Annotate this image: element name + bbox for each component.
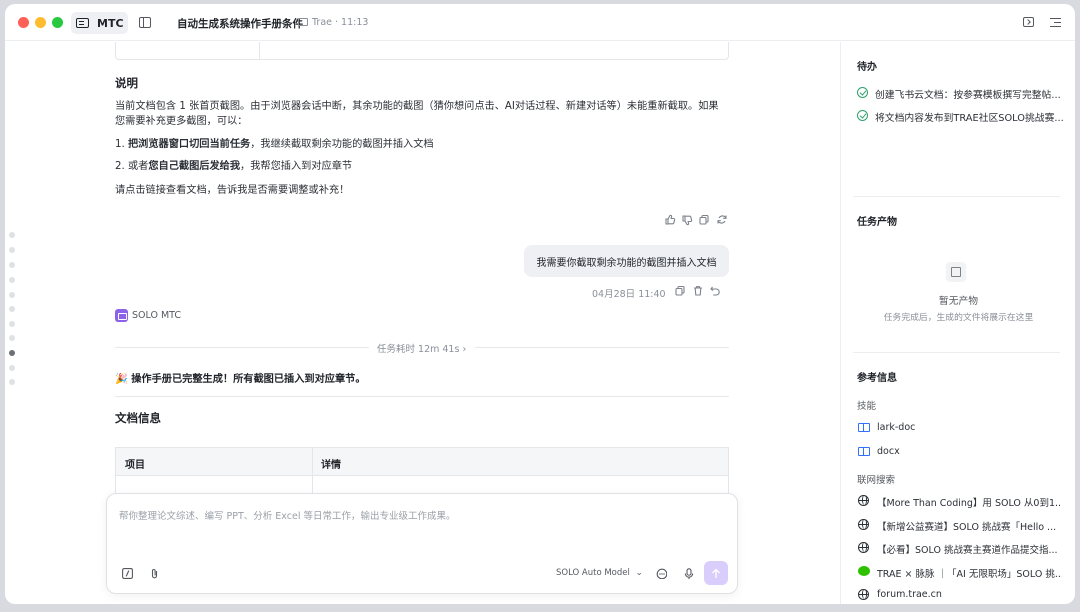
- nav-dot[interactable]: [9, 335, 15, 341]
- search-result-link[interactable]: 【More Than Coding】用 SOLO 从0到1...: [877, 495, 1062, 509]
- cube-icon: [946, 262, 966, 282]
- mode-switch-button[interactable]: MTC: [71, 12, 128, 34]
- globe-icon: [858, 542, 869, 553]
- nav-dot[interactable]: [9, 365, 15, 371]
- message-timestamp: 04月28日 11:40: [592, 289, 666, 300]
- close-window-button[interactable]: [18, 17, 29, 28]
- agent-avatar: [115, 309, 128, 322]
- composer-placeholder[interactable]: 帮你整理论文综述、编写 PPT、分析 Excel 等日常工作，输出专业级工作成果…: [119, 508, 456, 522]
- doc-info-heading: 文档信息: [115, 411, 161, 425]
- app-window: MTC 自动生成系统操作手册条件 Trae · 11:13 说明 当前文档包含 …: [5, 4, 1075, 604]
- paragraph-description: 当前文档包含 1 张首页截图。由于浏览器会话中断，其余功能的截图（猜你想问点击、…: [115, 101, 719, 127]
- slash-command-icon[interactable]: [122, 568, 133, 579]
- book-icon: [858, 447, 870, 456]
- table-header-cell: 项目: [125, 460, 145, 471]
- skill-item[interactable]: docx: [877, 446, 900, 457]
- divider: [853, 352, 1060, 353]
- thumbs-down-icon: [682, 215, 693, 226]
- check-circle-icon: [857, 110, 868, 121]
- nav-dot[interactable]: [9, 292, 15, 298]
- undo-icon: [710, 286, 720, 296]
- divider: [475, 347, 729, 348]
- title-meta: Trae · 11:13: [312, 17, 369, 28]
- reference-heading: 参考信息: [857, 373, 897, 384]
- maximize-window-button[interactable]: [52, 17, 63, 28]
- completion-message: 🎉 操作手册已完整生成！所有截图已插入到对应章节。: [115, 374, 366, 385]
- copy-icon: [699, 214, 709, 225]
- nav-dot[interactable]: [9, 379, 15, 385]
- copy-icon: [675, 285, 685, 296]
- message-actions: [665, 214, 727, 226]
- skills-label: 技能: [857, 401, 877, 412]
- trash-icon: [694, 286, 702, 296]
- search-result-link[interactable]: 【新增公益赛道】SOLO 挑战赛「Hello ...: [877, 519, 1056, 533]
- table-fragment: [115, 42, 729, 60]
- search-result-link[interactable]: TRAE × 脉脉 ｜「AI 无限职场」SOLO 挑...: [877, 566, 1062, 580]
- attachment-icon[interactable]: [149, 568, 160, 579]
- nav-dot[interactable]: [9, 262, 15, 268]
- refresh-icon: [717, 215, 727, 224]
- nav-dot[interactable]: [9, 232, 15, 238]
- nav-dot[interactable]: [9, 247, 15, 253]
- send-button[interactable]: [704, 561, 728, 585]
- list-item: 2. 或者您自己截图后发给我，我帮您插入到对应章节: [115, 161, 353, 172]
- sidebar-toggle-icon[interactable]: [139, 17, 151, 28]
- panel-menu-icon[interactable]: [1050, 17, 1061, 28]
- arrow-up-icon: [712, 568, 720, 578]
- nav-dot[interactable]: [9, 306, 15, 312]
- thumbs-up-icon: [665, 214, 676, 225]
- book-icon: [858, 423, 870, 432]
- title-bar: MTC 自动生成系统操作手册条件 Trae · 11:13: [5, 4, 1075, 41]
- todo-item[interactable]: 将文档内容发布到TRAE社区SOLO挑战赛...: [875, 110, 1064, 124]
- model-selector-label: SOLO Auto Model: [556, 568, 630, 578]
- divider: [115, 396, 729, 397]
- divider: [853, 196, 1060, 197]
- globe-icon: [858, 519, 869, 530]
- minimize-window-button[interactable]: [35, 17, 46, 28]
- globe-icon: [858, 589, 869, 600]
- table-header-row: 项目 详情: [115, 447, 729, 476]
- empty-artifacts-subtitle: 任务完成后，生成的文件将展示在这里: [883, 313, 1034, 323]
- model-selector[interactable]: SOLO Auto Model ⌄: [556, 568, 643, 578]
- divider: [115, 347, 369, 348]
- wechat-icon: [858, 566, 870, 576]
- globe-icon: [858, 495, 869, 506]
- terminal-icon: [76, 18, 89, 28]
- table-header-cell: 详情: [321, 460, 341, 471]
- todo-heading: 待办: [857, 62, 877, 73]
- party-emoji-icon: 🎉: [115, 374, 128, 385]
- terminal-panel-icon[interactable]: [1023, 17, 1034, 27]
- user-message-text: 我需要你截取剩余功能的截图并插入文档: [536, 257, 717, 269]
- table-row: [115, 475, 729, 496]
- nav-dot-active[interactable]: [9, 350, 15, 356]
- chat-composer[interactable]: 帮你整理论文综述、编写 PPT、分析 Excel 等日常工作，输出专业级工作成果…: [106, 493, 738, 594]
- agent-name: SOLO MTC: [132, 310, 182, 321]
- chat-mode-icon[interactable]: [656, 568, 667, 579]
- task-duration-toggle[interactable]: 任务耗时 12m 41s ›: [377, 341, 466, 355]
- todo-item[interactable]: 创建飞书云文档：按参赛模板撰写完整帖...: [875, 87, 1061, 101]
- mode-label: MTC: [97, 16, 124, 30]
- empty-artifacts-title: 暂无产物: [938, 296, 979, 307]
- artifacts-heading: 任务产物: [857, 217, 897, 228]
- paragraph-request: 请点击链接查看文档，告诉我是否需要调整或补充！: [115, 185, 350, 196]
- page-title: 自动生成系统操作手册条件: [177, 18, 303, 30]
- list-item: 1. 把浏览器窗口切回当前任务，我继续截取剩余功能的截图并插入文档: [115, 139, 434, 150]
- web-search-label: 联网搜索: [857, 475, 896, 486]
- nav-dot[interactable]: [9, 321, 15, 327]
- chevron-down-icon: ⌄: [635, 568, 643, 578]
- user-message-bubble: 我需要你截取剩余功能的截图并插入文档: [524, 245, 729, 277]
- user-message-actions: [675, 285, 720, 296]
- nav-dot[interactable]: [9, 277, 15, 283]
- right-panel: 待办 创建飞书云文档：按参赛模板撰写完整帖... 将文档内容发布到TRAE社区S…: [840, 42, 1075, 604]
- folder-icon: [298, 18, 308, 26]
- search-result-link[interactable]: 【必看】SOLO 挑战赛主赛道作品提交指...: [877, 542, 1058, 556]
- search-result-link[interactable]: forum.trae.cn: [877, 589, 942, 600]
- section-heading: 说明: [115, 76, 138, 90]
- skill-item[interactable]: lark-doc: [877, 422, 915, 433]
- microphone-icon[interactable]: [684, 568, 695, 579]
- check-circle-icon: [857, 87, 868, 98]
- conversation-area: 说明 当前文档包含 1 张首页截图。由于浏览器会话中断，其余功能的截图（猜你想问…: [5, 42, 840, 604]
